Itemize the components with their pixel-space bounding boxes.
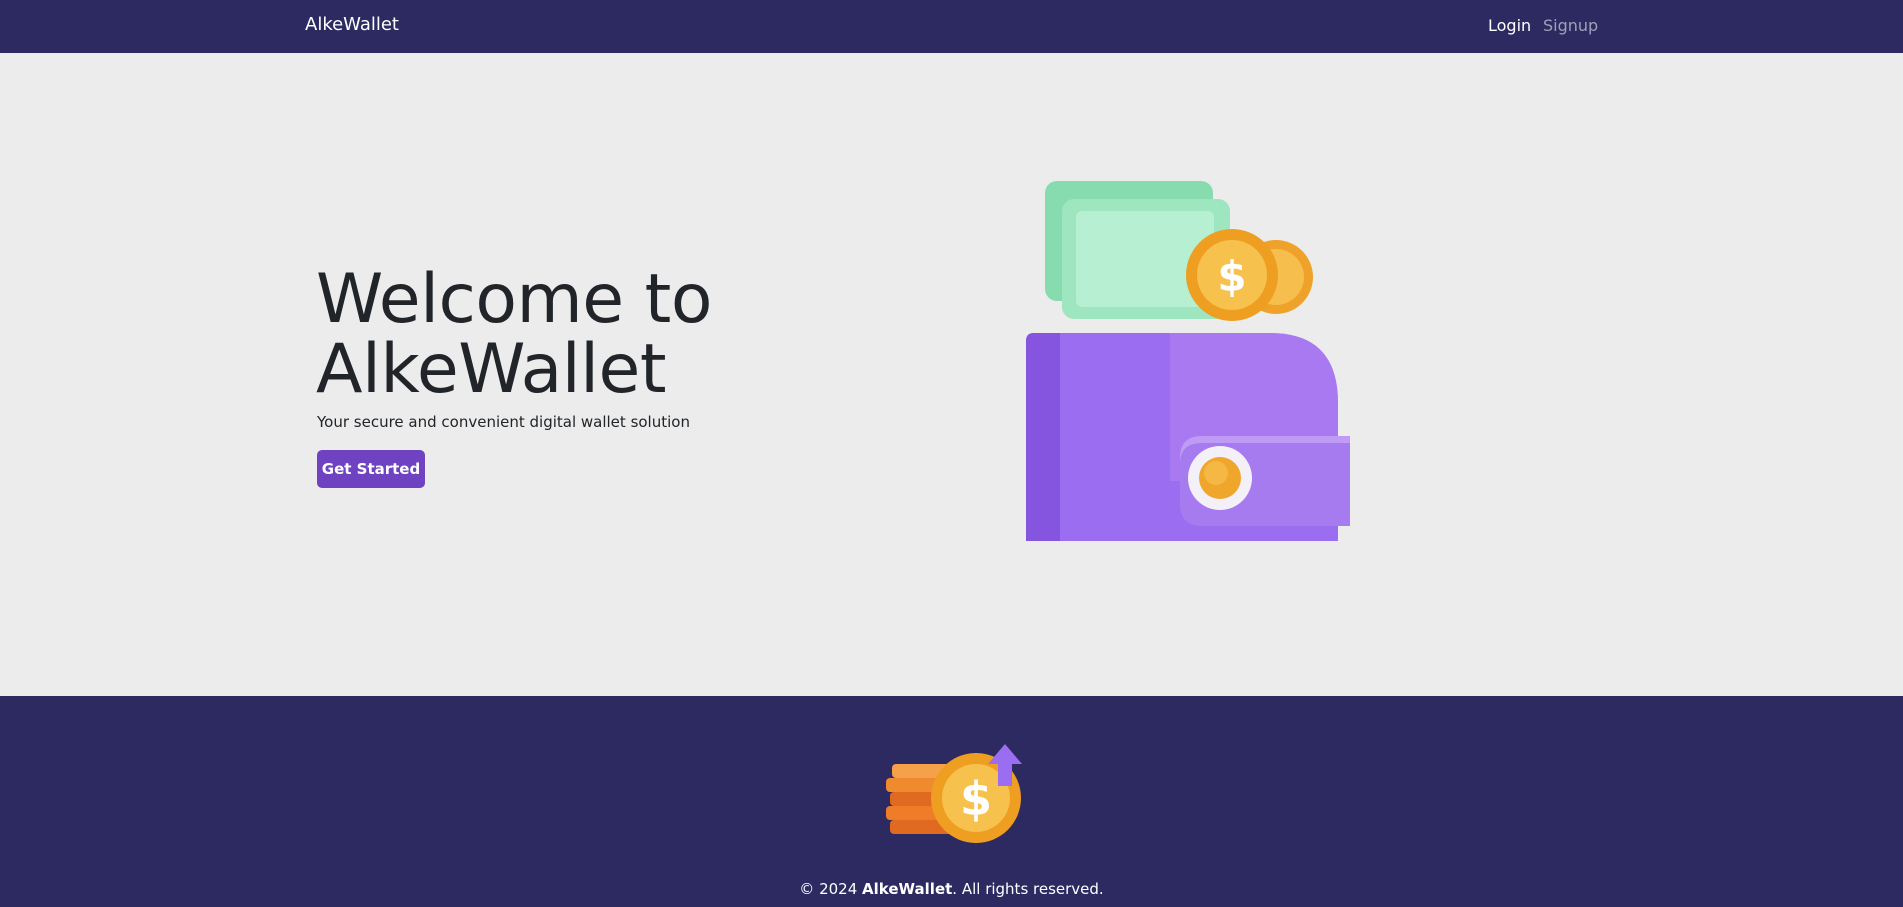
hero-section: Welcome to AlkeWallet Your secure and co… (0, 53, 1903, 696)
copyright-text: © 2024 AlkeWallet. All rights reserved. (0, 880, 1903, 898)
page-footer: $ © 2024 AlkeWallet. All rights reserved… (0, 696, 1903, 907)
nav-signup-link[interactable]: Signup (1543, 16, 1598, 35)
copyright-prefix: © 2024 (799, 880, 858, 898)
copyright-suffix: . All rights reserved. (952, 880, 1104, 898)
copyright-brand: AlkeWallet (862, 880, 953, 898)
svg-text:$: $ (960, 772, 992, 826)
get-started-button[interactable]: Get Started (317, 450, 425, 488)
wallet-with-money-icon: $ (1020, 181, 1360, 618)
top-navbar: AlkeWallet Login Signup (0, 0, 1903, 53)
hero-title: Welcome to AlkeWallet (316, 265, 836, 405)
svg-text:$: $ (1217, 252, 1246, 301)
nav-login-link[interactable]: Login (1488, 16, 1531, 35)
hero-title-line-2: AlkeWallet (316, 330, 667, 409)
hero-title-line-1: Welcome to (316, 260, 712, 339)
hero-subtitle: Your secure and convenient digital walle… (317, 413, 690, 431)
coins-growth-icon: $ (880, 744, 1025, 863)
brand-link[interactable]: AlkeWallet (305, 14, 399, 35)
